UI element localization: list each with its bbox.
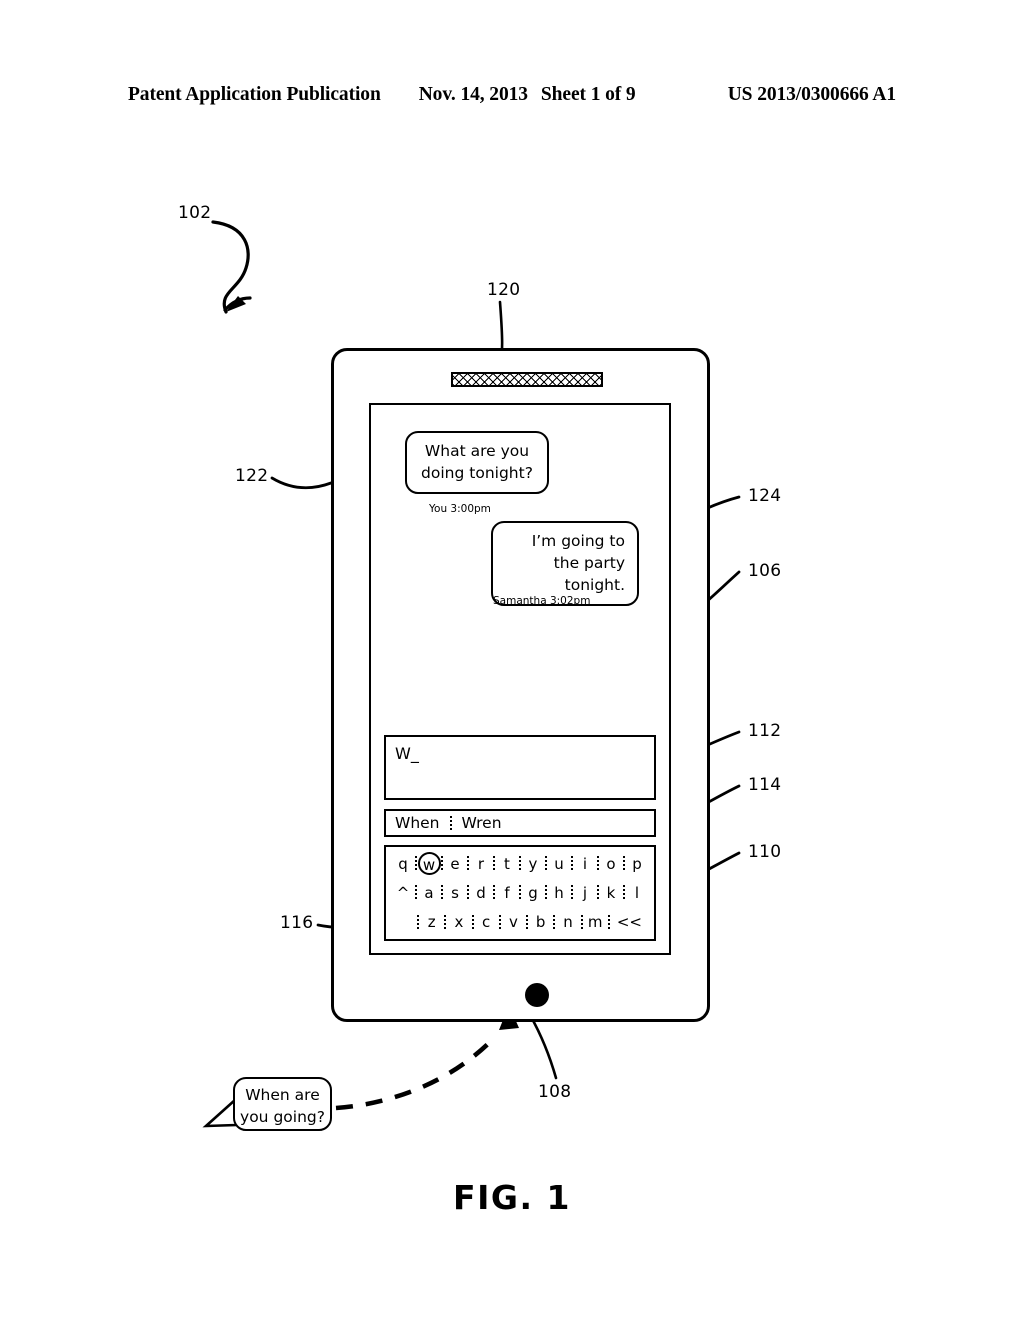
text-input-field[interactable]: W_ [384,735,656,800]
key-d[interactable]: d [469,884,493,902]
figure-caption: FIG. 1 [453,1178,571,1217]
ref-108: 108 [538,1082,572,1102]
message-meta-incoming: Samantha 3:02pm [493,595,591,607]
microphone-button-dot [525,983,549,1007]
key-backspace[interactable]: << [610,913,649,931]
device-navigation-bar [331,962,710,1020]
voice-bubble-line-1: When are [245,1086,320,1104]
microphone-button-icon[interactable] [511,962,563,1012]
key-r[interactable]: r [469,855,493,873]
suggestion-second[interactable]: Wren [462,814,502,832]
voice-bubble-tail [202,1097,238,1128]
message-bubble-incoming: I’m going to the party tonight. [491,521,639,606]
key-m[interactable]: m [583,913,608,931]
back-arrow-icon[interactable] [386,962,438,1012]
on-screen-keyboard[interactable]: q w e r t y u i o p ^ a s d f g h j k l … [384,845,656,941]
text-input-value: W [395,744,411,763]
key-a[interactable]: a [417,884,441,902]
key-x[interactable]: x [446,913,471,931]
device-screen: What are you doing tonight? You 3:00pm I… [369,403,671,955]
key-b[interactable]: b [528,913,553,931]
ref-116: 116 [280,913,314,933]
text-input-caret: _ [410,744,419,763]
key-f[interactable]: f [495,884,519,902]
key-u[interactable]: u [547,855,571,873]
voice-path-dashed [335,1034,498,1111]
key-s[interactable]: s [443,884,467,902]
conversation-area: What are you doing tonight? You 3:00pm I… [371,405,669,725]
ref-120: 120 [487,280,521,300]
key-z[interactable]: z [419,913,444,931]
search-icon[interactable] [626,962,678,1012]
message-bubble-outgoing: What are you doing tonight? [405,431,549,494]
ref-124: 124 [748,486,782,506]
keyboard-row-2: ^ a s d f g h j k l [391,878,649,907]
ref-110: 110 [748,842,782,862]
ref-102: 102 [178,203,212,223]
ref-122: 122 [235,466,269,486]
key-v[interactable]: v [501,913,526,931]
key-p[interactable]: p [625,855,649,873]
key-o[interactable]: o [599,855,623,873]
key-e[interactable]: e [443,855,467,873]
speaker-grille [451,372,603,387]
leader-102-arrowhead [226,296,246,312]
keyboard-row-3: z x c v b n m << [391,908,649,937]
leader-102 [211,220,250,314]
key-j[interactable]: j [573,884,597,902]
message-meta-outgoing: You 3:00pm [429,503,491,515]
key-i[interactable]: i [573,855,597,873]
key-t[interactable]: t [495,855,519,873]
publication-label: Patent Application Publication [128,84,381,105]
patent-page-header: Patent Application Publication Nov. 14, … [128,84,896,106]
key-h[interactable]: h [547,884,571,902]
patent-number: US 2013/0300666 A1 [727,84,896,105]
ref-114: 114 [748,775,782,795]
key-k[interactable]: k [599,884,623,902]
key-q[interactable]: q [391,855,415,873]
ref-106: 106 [748,561,782,581]
sheet-number: Sheet 1 of 9 [540,84,636,105]
key-g[interactable]: g [521,884,545,902]
suggestion-separator [449,815,452,831]
key-w[interactable]: w [417,852,441,876]
key-n[interactable]: n [555,913,580,931]
menu-icon[interactable] [455,962,507,1012]
suggestion-first[interactable]: When [395,814,440,832]
suggestion-bar[interactable]: When Wren [384,809,656,837]
leader-122 [270,476,333,490]
key-l[interactable]: l [625,884,649,902]
home-icon[interactable] [563,962,615,1012]
keyboard-row-1: q w e r t y u i o p [391,849,649,878]
key-y[interactable]: y [521,855,545,873]
key-shift[interactable]: ^ [391,884,415,902]
ref-112: 112 [748,721,782,741]
voice-bubble-line-2: you going? [240,1107,325,1126]
key-w-highlight[interactable]: w [417,852,441,876]
key-c[interactable]: c [474,913,499,931]
voice-input-bubble: When are you going? [233,1077,332,1131]
publication-date: Nov. 14, 2013 [418,84,528,105]
